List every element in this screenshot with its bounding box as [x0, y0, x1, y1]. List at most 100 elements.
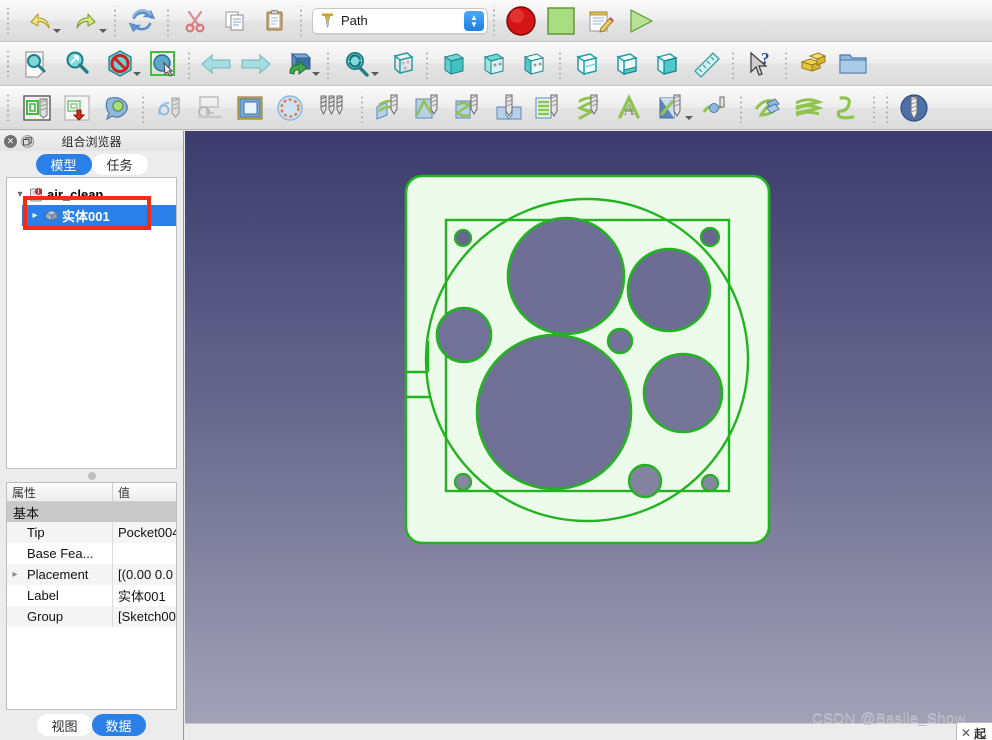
rear-view-button[interactable]: [567, 45, 607, 83]
property-value[interactable]: [113, 543, 176, 564]
axonometric-button[interactable]: [381, 45, 421, 83]
inspect-gcode-icon: [102, 93, 132, 123]
float-icon[interactable]: [21, 135, 34, 148]
toolbar-grip[interactable]: [4, 8, 13, 34]
property-row-placement[interactable]: ▸ Placement [(0.00 0.0: [7, 564, 176, 585]
std-views-button[interactable]: [276, 45, 322, 83]
left-view-button[interactable]: [647, 45, 687, 83]
whats-this-button[interactable]: ?: [740, 45, 780, 83]
tab-data[interactable]: 数据: [92, 714, 146, 736]
property-key: Placement: [27, 567, 88, 582]
tree-item-document[interactable]: ▾ air_clean: [7, 184, 176, 205]
tooltip-popup[interactable]: ✕ 起: [956, 722, 992, 740]
property-row-base-feature[interactable]: Base Fea...: [7, 543, 176, 564]
path-inspect-button[interactable]: [97, 89, 137, 127]
path-deburr-button[interactable]: [695, 89, 735, 127]
path-helix-button[interactable]: [569, 89, 609, 127]
toolbar-row-path: A: [0, 86, 992, 130]
nav-back-button[interactable]: [196, 45, 236, 83]
property-row-group[interactable]: Group [Sketch00: [7, 606, 176, 627]
tab-model[interactable]: 模型: [36, 154, 92, 175]
chevron-down-icon: [53, 29, 61, 33]
path-pocket-shape-button[interactable]: [230, 89, 270, 127]
post-process-icon: [62, 93, 92, 123]
front-view-button[interactable]: [434, 45, 474, 83]
path-circular-hole-button[interactable]: [270, 89, 310, 127]
toolbar-separator: [111, 6, 120, 36]
top-view-button[interactable]: [474, 45, 514, 83]
property-row-label[interactable]: Label 实体001: [7, 585, 176, 606]
path-face-button[interactable]: [409, 89, 449, 127]
tree-item-body[interactable]: ▸ 实体001: [22, 205, 176, 226]
path-slot-button[interactable]: [649, 89, 695, 127]
freecad-window: Path ▲▼: [0, 0, 992, 740]
path-contour-button[interactable]: [369, 89, 409, 127]
path-tool-library-button[interactable]: [894, 89, 934, 127]
measure-button[interactable]: [687, 45, 727, 83]
path-profile-button[interactable]: [150, 89, 190, 127]
splitter-handle[interactable]: [88, 472, 96, 480]
left-arrow-icon: [200, 51, 232, 77]
close-icon[interactable]: ✕: [4, 135, 17, 148]
macro-stop-button[interactable]: [541, 2, 581, 40]
isometric-view-button[interactable]: [143, 45, 183, 83]
redo-button[interactable]: [63, 2, 109, 40]
draw-style-button[interactable]: [97, 45, 143, 83]
chevron-right-icon[interactable]: ▸: [28, 210, 42, 221]
chevron-right-icon[interactable]: ▸: [7, 569, 23, 580]
macro-record-button[interactable]: [501, 2, 541, 40]
property-value[interactable]: [Sketch00: [113, 606, 176, 627]
path-tool-bits-button[interactable]: [310, 89, 356, 127]
right-view-button[interactable]: [514, 45, 554, 83]
tab-view[interactable]: 视图: [37, 714, 91, 736]
scene-inspector-button[interactable]: [833, 45, 873, 83]
combo-view-panel: ✕ 组合浏览器 模型 任务 ▾: [0, 131, 184, 740]
macro-execute-button[interactable]: [621, 2, 661, 40]
panel-splitter[interactable]: [0, 469, 183, 482]
toolbar-grip[interactable]: [4, 51, 13, 77]
toolbar-grip[interactable]: [4, 95, 13, 121]
path-job-button[interactable]: [17, 89, 57, 127]
path-pocket-button[interactable]: [529, 89, 569, 127]
tab-tasks[interactable]: 任务: [92, 154, 148, 175]
refresh-view-button[interactable]: [335, 45, 381, 83]
path-simple-copy-button[interactable]: [828, 89, 868, 127]
property-row-tip[interactable]: Tip Pocket004: [7, 522, 176, 543]
undo-button[interactable]: [17, 2, 63, 40]
property-value[interactable]: [(0.00 0.0: [113, 564, 176, 585]
workbench-selector[interactable]: Path ▲▼: [312, 8, 488, 34]
path-copy-op-button[interactable]: [788, 89, 828, 127]
property-group-basic[interactable]: 基本: [7, 502, 176, 522]
chevron-down-icon[interactable]: ▾: [13, 189, 27, 200]
property-value[interactable]: 实体001: [113, 585, 176, 606]
toolbar-separator: [358, 93, 367, 123]
bottom-view-button[interactable]: [607, 45, 647, 83]
path-post-process-button[interactable]: [57, 89, 97, 127]
paste-button[interactable]: [255, 2, 295, 40]
property-value[interactable]: Pocket004: [113, 522, 176, 543]
fit-selection-button[interactable]: [57, 45, 97, 83]
path-drilling-button[interactable]: [489, 89, 529, 127]
nav-forward-button[interactable]: [236, 45, 276, 83]
macro-edit-button[interactable]: [581, 2, 621, 40]
property-editor[interactable]: 属性 值 基本 Tip Pocket004 Base Fea... ▸Place…: [6, 482, 177, 710]
refresh-button[interactable]: [122, 2, 162, 40]
close-icon[interactable]: ✕: [961, 726, 971, 740]
blue-folder-icon: [837, 50, 869, 78]
chevron-updown-icon[interactable]: ▲▼: [464, 11, 484, 31]
path-select-loop-button[interactable]: [190, 89, 230, 127]
path-array-button[interactable]: [748, 89, 788, 127]
hole-big-top: [508, 218, 624, 334]
document-icon: [27, 187, 45, 202]
path-engrave-button[interactable]: A: [609, 89, 649, 127]
3d-view[interactable]: [185, 131, 992, 723]
cut-button[interactable]: [175, 2, 215, 40]
appearance-button[interactable]: [793, 45, 833, 83]
chevron-down-icon: [312, 72, 320, 76]
copy-button[interactable]: [215, 2, 255, 40]
fit-all-button[interactable]: [17, 45, 57, 83]
fit-selection-magnifier-icon: [62, 49, 92, 79]
model-tree[interactable]: ▾ air_clean ▸: [6, 177, 177, 469]
path-adaptive-button[interactable]: [449, 89, 489, 127]
toolbar-separator: [139, 93, 148, 123]
